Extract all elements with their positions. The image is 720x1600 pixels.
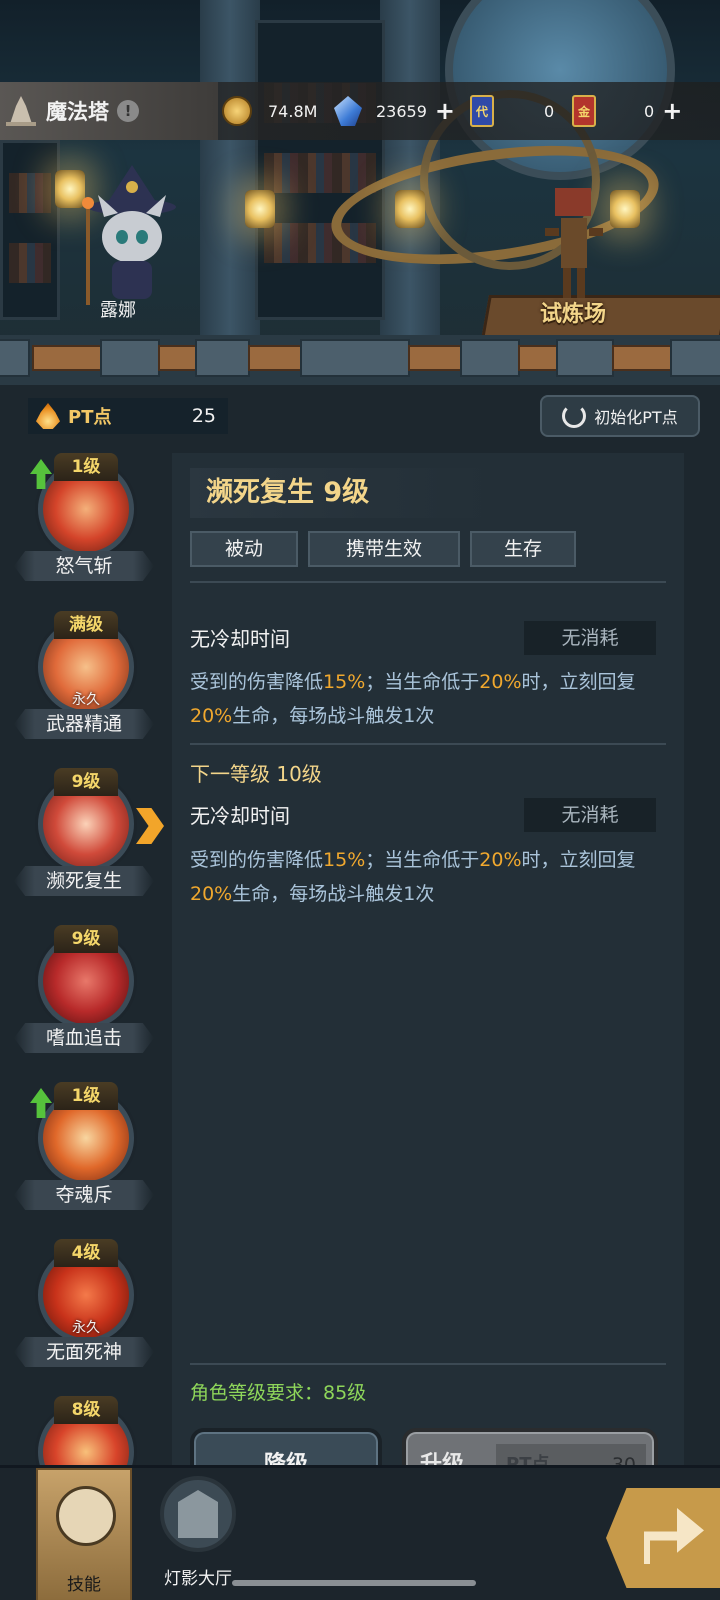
gold-counter: 74.8M [222,82,317,140]
tower-title: 魔法塔 ! [0,82,218,140]
skill-panel: PT点 25 初始化PT点 1级 怒气斩 满级 永久 武器精通 9级 濒死复生 … [0,385,720,1502]
bookshelf [0,140,60,320]
refresh-icon [562,404,587,428]
magic-tower-icon [6,96,36,126]
coin-icon [222,96,252,126]
share-arrow-icon [644,1508,704,1564]
go-button[interactable] [606,1488,720,1588]
character-name: 露娜 [100,300,136,321]
skill-detail: 濒死复生 9级 被动 携带生效 生存 无冷却时间 无消耗 受到的伤害降低15%；… [172,453,684,1502]
skill-item[interactable]: 9级 嗜血追击 [14,925,159,1065]
add-crystal-button[interactable]: + [435,97,455,125]
nav-hall-label: 灯影大厅 [164,1569,232,1589]
skill-description: 受到的伤害降低15%；当生命低于20%时，立刻回复20%生命，每场战斗触发1次 [190,671,636,727]
trial-ground-label[interactable]: 试炼场 [540,296,606,328]
home-indicator[interactable] [232,1580,476,1586]
skill-name: 武器精通 [14,709,154,739]
pillar [200,0,260,340]
book-flame-icon [56,1486,116,1546]
skill-level: 1级 [54,1082,118,1110]
crystal-icon [334,96,362,126]
next-cooldown-label: 无冷却时间 [190,804,290,828]
skill-detail-title: 濒死复生 9级 [190,468,490,518]
nav-skills-tab[interactable]: 技能 [36,1468,132,1600]
gold-value: 74.8M [268,101,318,121]
skill-level: 8级 [54,1396,118,1424]
floor [0,335,720,385]
skill-name: 濒死复生 [14,866,154,896]
tag-survival: 生存 [470,531,576,567]
page-title: 魔法塔 [46,100,109,124]
lamp-icon [395,190,425,228]
skill-level: 9级 [54,768,118,796]
flame-icon [36,403,60,429]
skill-permanent-tag: 永久 [72,1320,100,1336]
skill-name: 怒气斩 [14,551,154,581]
red-ticket-counter: 金 0 + [572,82,682,140]
crystal-counter: 23659 + [334,82,455,140]
blue-ticket-icon: 代 [470,95,494,127]
nav-skills-label: 技能 [67,1575,101,1595]
lamp-icon [610,190,640,228]
skill-permanent-tag: 永久 [72,692,100,708]
pt-value: 25 [191,405,216,427]
next-cost-label: 无消耗 [524,798,656,832]
tag-passive: 被动 [190,531,298,567]
divider [190,1363,666,1365]
skill-item[interactable]: 8级 [14,1396,159,1465]
pt-label: PT点 [68,407,112,428]
skill-name: 无面死神 [14,1337,154,1367]
skill-item-selected[interactable]: 9级 濒死复生 [0,760,186,908]
skill-name: 夺魂斥 [14,1180,154,1210]
tag-carry-effect: 携带生效 [308,531,460,567]
blue-ticket-value: 0 [544,101,555,121]
skill-item[interactable]: 1级 怒气斩 [14,453,159,593]
skill-level: 4级 [54,1239,118,1267]
resource-header: 魔法塔 ! 74.8M 23659 + 代 0 金 0 + [0,82,720,140]
skill-level: 1级 [54,453,118,481]
red-ticket-value: 0 [644,101,655,121]
cost-label: 无消耗 [524,621,656,655]
level-requirement: 角色等级要求：85级 [190,1382,367,1404]
nav-hall-tab[interactable]: 灯影大厅 [150,1468,246,1600]
next-skill-description: 受到的伤害降低15%；当生命低于20%时，立刻回复20%生命，每场战斗触发1次 [190,849,636,905]
pt-points: PT点 25 [28,398,228,434]
divider [190,743,666,745]
skill-item[interactable]: 1级 夺魂斥 [14,1082,159,1222]
skill-name: 嗜血追击 [14,1023,154,1053]
blue-ticket-counter: 代 0 [470,82,554,140]
bookshelf [255,20,385,320]
info-icon[interactable]: ! [117,100,139,122]
divider [190,581,666,583]
cat-wizard-character[interactable] [78,165,186,305]
skill-list: 1级 怒气斩 满级 永久 武器精通 9级 濒死复生 9级 嗜血追击 1级 夺魂斥 [0,453,186,1465]
add-ticket-button[interactable]: + [662,97,682,125]
crystal-value: 23659 [376,101,427,121]
skill-item[interactable]: 满级 永久 武器精通 [14,611,159,751]
cooldown-label: 无冷却时间 [190,627,290,651]
training-dummy [545,188,603,298]
next-level-label: 下一等级 10级 [190,762,322,786]
skill-level: 满级 [54,611,118,639]
skill-item[interactable]: 4级 永久 无面死神 [14,1239,159,1379]
red-ticket-icon: 金 [572,95,596,127]
scene-background: 露娜 试炼场 魔法塔 ! 74.8M 23659 + 代 0 金 0 + [0,0,720,385]
skill-level: 9级 [54,925,118,953]
lamp-icon [245,190,275,228]
reset-pt-label: 初始化PT点 [594,408,678,427]
reset-pt-button[interactable]: 初始化PT点 [540,395,700,437]
